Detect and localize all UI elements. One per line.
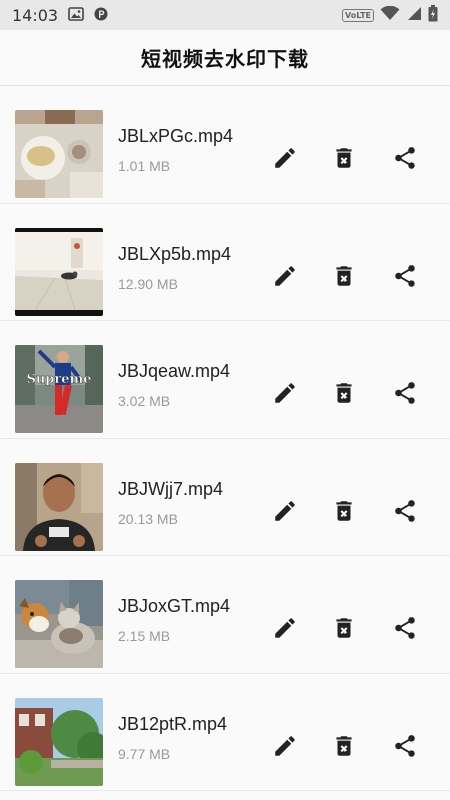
delete-button[interactable] xyxy=(328,612,360,644)
delete-icon xyxy=(336,500,352,521)
video-thumbnail[interactable] xyxy=(15,227,103,316)
file-name: JBLXp5b.mp4 xyxy=(118,243,232,264)
edit-icon xyxy=(275,265,295,286)
status-time: 14:03 xyxy=(12,5,59,25)
list-item[interactable]: JBLXp5b.mp4 12.90 MB xyxy=(0,203,450,321)
video-thumbnail[interactable] xyxy=(15,697,103,786)
list-item[interactable]: JBLxPGc.mp4 1.01 MB xyxy=(0,86,450,204)
file-size: 1.01 MB xyxy=(118,158,171,174)
video-thumbnail[interactable] xyxy=(15,110,103,198)
delete-icon xyxy=(336,383,352,403)
list-item[interactable]: Supreme JBJqeaw.mp4 3.02 MB xyxy=(0,321,450,439)
video-thumbnail[interactable] xyxy=(15,462,103,551)
edit-icon xyxy=(275,148,295,168)
delete-icon xyxy=(336,618,352,638)
file-size: 20.13 MB xyxy=(118,510,178,527)
file-size: 12.90 MB xyxy=(118,275,178,292)
list-item[interactable]: JBJWjj7.mp4 20.13 MB xyxy=(0,438,450,556)
edit-button[interactable] xyxy=(269,612,301,644)
file-size: 3.02 MB xyxy=(118,393,171,409)
wifi-icon xyxy=(380,5,400,25)
file-size: 9.77 MB xyxy=(118,745,171,762)
delete-icon xyxy=(336,265,352,286)
delete-button[interactable] xyxy=(328,730,360,762)
share-icon xyxy=(395,147,415,169)
file-name: JBJqeaw.mp4 xyxy=(118,361,231,381)
status-bar: 14:03 VoLTE xyxy=(0,0,450,30)
edit-button[interactable] xyxy=(269,142,301,174)
share-icon xyxy=(395,734,415,757)
share-button[interactable] xyxy=(389,260,421,292)
thumbnail-caption: Supreme xyxy=(26,372,91,387)
edit-button[interactable] xyxy=(269,377,301,409)
signal-icon xyxy=(406,6,422,25)
edit-icon xyxy=(275,618,295,638)
delete-button[interactable] xyxy=(328,142,360,174)
video-list[interactable]: JBLxPGc.mp4 1.01 MB JBLXp5b.mp4 12.90 MB… xyxy=(0,86,450,791)
edit-icon xyxy=(275,735,295,756)
file-name: JB12ptR.mp4 xyxy=(118,713,228,734)
share-icon xyxy=(395,382,415,404)
video-thumbnail[interactable] xyxy=(15,580,103,668)
share-button[interactable] xyxy=(389,730,421,762)
app-bar: 短视频去水印下载 xyxy=(0,30,450,86)
share-icon xyxy=(395,499,415,522)
delete-button[interactable] xyxy=(328,495,360,527)
edit-icon xyxy=(275,383,295,403)
edit-icon xyxy=(275,500,295,521)
list-item[interactable]: JBJoxGT.mp4 2.15 MB xyxy=(0,556,450,674)
battery-icon xyxy=(428,4,438,26)
video-thumbnail[interactable]: Supreme xyxy=(15,345,103,433)
delete-button[interactable] xyxy=(328,377,360,409)
image-icon xyxy=(68,6,84,25)
delete-icon xyxy=(336,735,352,756)
file-name: JBJWjj7.mp4 xyxy=(118,478,224,499)
parking-icon xyxy=(94,6,108,25)
list-item[interactable]: JB12ptR.mp4 9.77 MB xyxy=(0,673,450,791)
edit-button[interactable] xyxy=(269,730,301,762)
share-button[interactable] xyxy=(389,612,421,644)
file-size: 2.15 MB xyxy=(118,628,171,644)
file-name: JBJoxGT.mp4 xyxy=(118,596,231,616)
page-title: 短视频去水印下载 xyxy=(141,47,309,71)
file-name: JBLxPGc.mp4 xyxy=(118,126,234,146)
volte-icon: VoLTE xyxy=(342,8,374,22)
delete-button[interactable] xyxy=(328,260,360,292)
share-icon xyxy=(395,617,415,639)
edit-button[interactable] xyxy=(269,260,301,292)
share-button[interactable] xyxy=(389,495,421,527)
edit-button[interactable] xyxy=(269,495,301,527)
share-button[interactable] xyxy=(389,377,421,409)
share-icon xyxy=(395,264,415,287)
delete-icon xyxy=(336,148,352,168)
share-button[interactable] xyxy=(389,142,421,174)
